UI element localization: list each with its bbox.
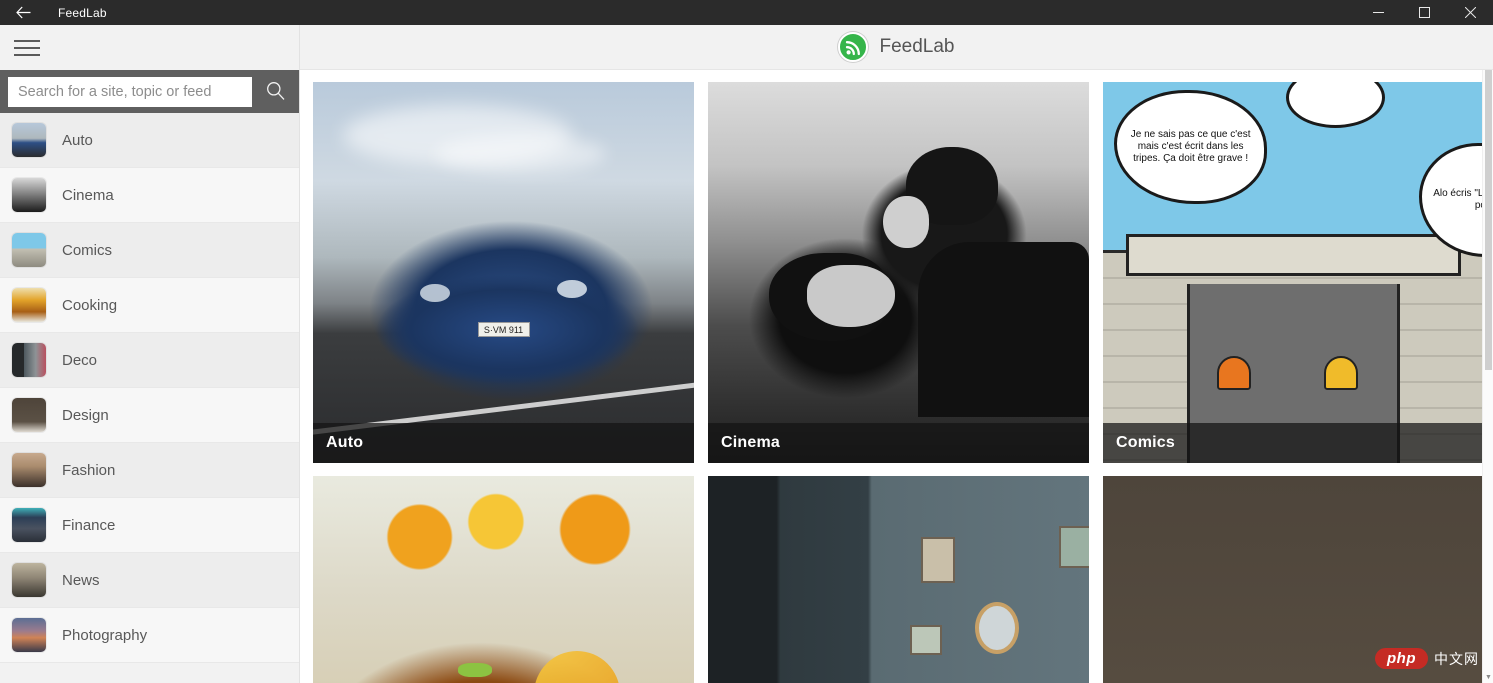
sidebar-item-cinema[interactable]: Cinema [0,168,299,223]
sidebar-item-auto[interactable]: Auto [0,113,299,168]
french-comic-strip-stone-fireplace: Je ne sais pas ce que c'est mais c'est é… [1103,82,1484,463]
card-caption-text: Auto [326,434,364,451]
main-content: FeedLab S·VM 911 Auto Cinema Je ne sais … [300,25,1493,683]
card-caption: Cinema [708,423,1089,463]
news-thumbnail [12,563,46,597]
ceramic-vase-still-life-photo [1103,476,1484,683]
sidebar-item-label: Cinema [62,186,114,204]
search-bar [0,70,299,113]
card-caption: Comics [1103,423,1484,463]
sidebar-item-photography[interactable]: Photography [0,608,299,663]
window-title-bar: FeedLab [0,0,1493,25]
sidebar-item-label: Auto [62,131,93,149]
dark-blue-room-with-framed-pictures-photo [708,476,1089,683]
feed-list: Auto Cinema Comics Cooking Deco Design Fashion… [0,113,299,683]
feed-card-cooking[interactable]: Cooking [313,476,694,683]
sidebar-item-finance[interactable]: Finance [0,498,299,553]
feed-card-cinema[interactable]: Cinema [708,82,1089,463]
auto-thumbnail [12,123,46,157]
search-icon [266,81,285,103]
rss-feed-logo-icon [838,32,869,62]
card-caption: Auto [313,423,694,463]
cinema-thumbnail [12,178,46,212]
cooking-thumbnail [12,288,46,322]
feed-card-auto[interactable]: S·VM 911 Auto [313,82,694,463]
brand: FeedLab [838,32,955,62]
sidebar-item-label: Design [62,406,109,424]
app-header: FeedLab [300,25,1493,70]
search-button[interactable] [252,70,299,113]
back-arrow-icon[interactable] [0,0,46,25]
sidebar-item-label: Photography [62,626,148,644]
card-caption-text: Comics [1116,434,1175,451]
photography-thumbnail [12,618,46,652]
sidebar-item-label: Comics [62,241,113,259]
comics-thumbnail [12,233,46,267]
sidebar: Auto Cinema Comics Cooking Deco Design Fashion… [0,25,300,683]
sidebar-item-label: Finance [62,516,116,534]
chevron-down-icon[interactable]: ▼ [1483,672,1493,683]
comic-speech-bubble-left: Je ne sais pas ce que c'est mais c'est é… [1114,89,1267,204]
finance-thumbnail [12,508,46,542]
license-plate: S·VM 911 [477,322,530,338]
window-title-text: FeedLab [58,5,107,20]
feed-card-comics[interactable]: Je ne sais pas ce que c'est mais c'est é… [1103,82,1484,463]
sidebar-item-comics[interactable]: Comics [0,223,299,278]
maximize-button[interactable] [1401,0,1447,25]
sidebar-item-label: News [62,571,100,589]
black-and-white-vintage-film-still-photo [708,82,1089,463]
sidebar-item-fashion[interactable]: Fashion [0,443,299,498]
feed-card-deco[interactable]: Deco [708,476,1089,683]
sidebar-item-news[interactable]: News [0,553,299,608]
app-body: AutoCinemaComicsCookingDecoDesignFashion… [0,25,1493,683]
sidebar-top-bar [0,25,299,70]
fashion-thumbnail [12,453,46,487]
hamburger-menu-icon[interactable] [12,37,42,59]
minimize-button[interactable] [1355,0,1401,25]
orange-chicken-with-citrus-photo [313,476,694,683]
feed-grid: S·VM 911 Auto Cinema Je ne sais pas ce q… [300,70,1493,683]
card-caption-text: Cinema [721,434,780,451]
design-thumbnail [12,398,46,432]
search-input[interactable] [8,76,252,107]
feed-grid-wrapper: S·VM 911 Auto Cinema Je ne sais pas ce q… [300,70,1493,683]
sidebar-item-label: Fashion [62,461,116,479]
feed-card-design[interactable]: Design [1103,476,1484,683]
sidebar-item-cooking[interactable]: Cooking [0,278,299,333]
sidebar-item-design[interactable]: Design [0,388,299,443]
deco-thumbnail [12,343,46,377]
page-title: FeedLab [879,36,955,57]
sidebar-item-label: Cooking [62,296,118,314]
scrollbar-thumb[interactable] [1485,70,1492,370]
sidebar-item-label: Deco [62,351,98,369]
vertical-scrollbar[interactable]: ▲ ▼ [1482,70,1493,683]
close-button[interactable] [1447,0,1493,25]
blue-porsche-911-on-road-photo: S·VM 911 [313,82,694,463]
window-controls [1355,0,1493,25]
sidebar-item-deco[interactable]: Deco [0,333,299,388]
